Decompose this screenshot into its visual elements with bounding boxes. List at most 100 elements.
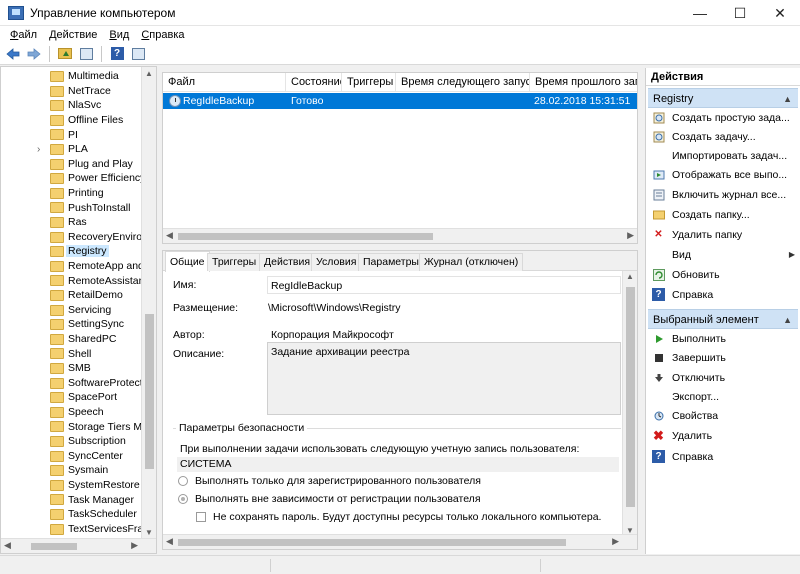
- tab-history[interactable]: Журнал (отключен): [419, 253, 524, 271]
- action-delete[interactable]: ✖ Удалить: [646, 426, 800, 445]
- menu-view[interactable]: Вид: [103, 29, 135, 41]
- tree-item[interactable]: › PLA: [1, 142, 141, 157]
- tree-item[interactable]: SyncCenter: [1, 449, 141, 464]
- action-display-running[interactable]: Отображать все выпо...: [646, 165, 800, 184]
- radio-run-whether-logged-on[interactable]: [178, 494, 188, 504]
- description-field[interactable]: Задание архивации реестра: [267, 342, 621, 415]
- tree-item[interactable]: Task Manager: [1, 492, 141, 507]
- tree-item[interactable]: Shell: [1, 346, 141, 361]
- scroll-left-arrow-icon[interactable]: ◀: [166, 536, 173, 547]
- action-import-task[interactable]: Импортировать задач...: [646, 146, 800, 165]
- tree-item[interactable]: RemoteAssistanc: [1, 273, 150, 288]
- tree-item[interactable]: TaskScheduler: [1, 507, 141, 522]
- column-header-next-run[interactable]: Время следующего запуска: [396, 73, 530, 92]
- tree-item[interactable]: SettingSync: [1, 317, 141, 332]
- tree-item[interactable]: Power Efficiency: [1, 171, 145, 186]
- scroll-thumb[interactable]: [626, 287, 635, 507]
- radio-logged-on-only-label[interactable]: Выполнять только для зарегистрированного…: [195, 475, 481, 487]
- forward-arrow-icon[interactable]: [25, 45, 43, 63]
- action-run[interactable]: Выполнить: [646, 329, 800, 348]
- scroll-up-arrow-icon[interactable]: ▲: [145, 69, 153, 78]
- menu-file[interactable]: Файл: [4, 29, 43, 41]
- scroll-thumb[interactable]: [178, 539, 566, 546]
- actions-group-registry[interactable]: Registry ▲: [648, 88, 798, 108]
- menu-action[interactable]: Действие: [43, 29, 103, 41]
- tab-general[interactable]: Общие: [165, 251, 210, 272]
- scroll-thumb[interactable]: [178, 233, 433, 240]
- tree-item[interactable]: Servicing: [1, 303, 141, 318]
- action-enable-history[interactable]: Включить журнал все...: [646, 185, 800, 204]
- tree-item[interactable]: Printing: [1, 186, 141, 201]
- tree-item[interactable]: SystemRestore: [1, 478, 141, 493]
- scroll-thumb[interactable]: [31, 543, 77, 550]
- tree-item[interactable]: NetTrace: [1, 84, 141, 99]
- radio-logged-on-only[interactable]: [178, 476, 188, 486]
- scroll-thumb[interactable]: [145, 314, 154, 469]
- tree-item[interactable]: RecoveryEnviron: [1, 230, 148, 245]
- tree-item[interactable]: NlaSvc: [1, 98, 141, 113]
- tab-triggers[interactable]: Триггеры: [207, 253, 262, 271]
- collapse-arrow-icon[interactable]: ▲: [783, 89, 792, 109]
- tree-item[interactable]: Multimedia: [1, 69, 141, 84]
- action-end[interactable]: Завершить: [646, 348, 800, 367]
- tree-vertical-scrollbar[interactable]: ▲ ▼: [141, 67, 156, 539]
- tree-item[interactable]: SharedPC: [1, 332, 141, 347]
- maximize-button[interactable]: ☐: [720, 0, 760, 26]
- location-field[interactable]: \Microsoft\Windows\Registry: [264, 298, 618, 316]
- scroll-right-arrow-icon[interactable]: ▶: [131, 540, 138, 551]
- tree-item[interactable]: Subscription: [1, 434, 141, 449]
- menu-help[interactable]: Справка: [135, 29, 190, 41]
- tree-horizontal-scrollbar[interactable]: ◀ ▶: [1, 538, 156, 553]
- action-create-basic-task[interactable]: Создать простую зада...: [646, 108, 800, 127]
- tree-item[interactable]: Ras: [1, 215, 141, 230]
- column-header-status[interactable]: Состояние: [286, 73, 342, 92]
- author-field[interactable]: Корпорация Майкрософт: [267, 325, 621, 343]
- console-icon[interactable]: [129, 45, 147, 63]
- action-export[interactable]: Экспорт...: [646, 387, 800, 406]
- name-field[interactable]: RegIdleBackup: [267, 276, 621, 294]
- action-refresh[interactable]: Обновить: [646, 265, 800, 284]
- scroll-left-arrow-icon[interactable]: ◀: [4, 540, 11, 551]
- action-delete-folder[interactable]: ✕ Удалить папку: [646, 225, 800, 244]
- tree-item[interactable]: Registry: [1, 244, 141, 259]
- tree-item[interactable]: RemoteApp and: [1, 259, 144, 274]
- tree-item[interactable]: PushToInstall: [1, 200, 141, 215]
- action-new-folder[interactable]: Создать папку...: [646, 205, 800, 224]
- scroll-right-arrow-icon[interactable]: ▶: [627, 230, 634, 241]
- folder-up-icon[interactable]: [56, 45, 74, 63]
- tree-item[interactable]: Sysmain: [1, 463, 141, 478]
- tree-item[interactable]: TextServicesFram: [1, 522, 152, 537]
- action-properties[interactable]: Свойства: [646, 406, 800, 425]
- tree-item[interactable]: Offline Files: [1, 113, 141, 128]
- scroll-up-arrow-icon[interactable]: ▲: [626, 272, 634, 281]
- expand-chevron-icon[interactable]: ›: [37, 144, 45, 155]
- tree-item[interactable]: SoftwareProtecti: [1, 376, 145, 391]
- collapse-arrow-icon[interactable]: ▲: [783, 310, 792, 330]
- action-disable[interactable]: Отключить: [646, 368, 800, 387]
- tree-item[interactable]: SpacePort: [1, 390, 141, 405]
- close-button[interactable]: ✕: [760, 0, 800, 26]
- tab-conditions[interactable]: Условия: [311, 253, 362, 271]
- scroll-right-arrow-icon[interactable]: ▶: [612, 536, 619, 547]
- tab-actions[interactable]: Действия: [259, 253, 316, 271]
- scroll-left-arrow-icon[interactable]: ◀: [166, 230, 173, 241]
- do-not-store-password-checkbox[interactable]: [196, 512, 206, 522]
- do-not-store-password-label[interactable]: Не сохранять пароль. Будут доступны ресу…: [213, 511, 601, 523]
- action-help[interactable]: ? Справка: [646, 285, 800, 304]
- action-view[interactable]: Вид ▶: [646, 245, 800, 264]
- show-hide-tree-icon[interactable]: [77, 45, 95, 63]
- radio-run-whether-logged-on-label[interactable]: Выполнять вне зависимости от регистрации…: [195, 493, 481, 505]
- minimize-button[interactable]: —: [680, 0, 720, 26]
- back-arrow-icon[interactable]: [4, 45, 22, 63]
- tree-item[interactable]: Speech: [1, 405, 141, 420]
- actions-group-selected-item[interactable]: Выбранный элемент ▲: [648, 309, 798, 329]
- column-header-triggers[interactable]: Триггеры: [342, 73, 396, 92]
- tree-item[interactable]: RetailDemo: [1, 288, 141, 303]
- action-create-task[interactable]: Создать задачу...: [646, 127, 800, 146]
- task-list-horizontal-scrollbar[interactable]: ◀ ▶: [163, 228, 637, 243]
- column-header-file[interactable]: Файл: [163, 73, 286, 92]
- details-horizontal-scrollbar[interactable]: ◀ ▶: [163, 534, 637, 549]
- action-help-selected[interactable]: ? Справка: [646, 447, 800, 466]
- tree-item[interactable]: PI: [1, 127, 141, 142]
- column-header-last-run[interactable]: Время прошлого запус: [530, 73, 637, 92]
